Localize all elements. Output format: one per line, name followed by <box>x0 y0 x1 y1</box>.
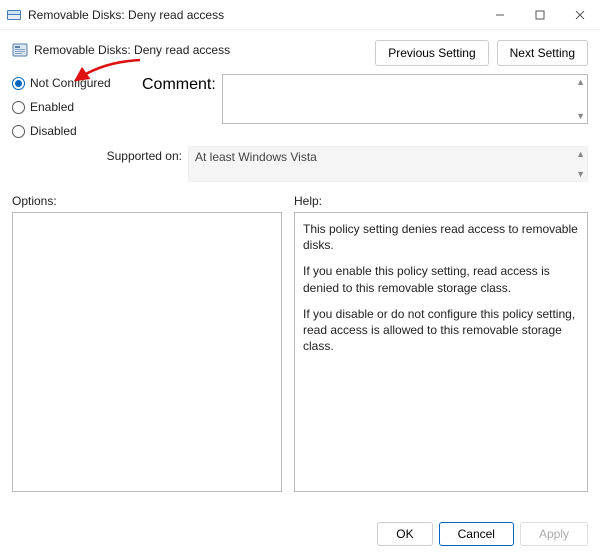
radio-label: Enabled <box>30 100 74 114</box>
scroll-up-icon[interactable]: ▲ <box>576 149 585 159</box>
window-controls <box>480 0 600 29</box>
comment-label: Comment: <box>142 74 216 138</box>
supported-on-label: Supported on: <box>12 146 182 163</box>
options-pane <box>12 212 282 492</box>
minimize-button[interactable] <box>480 0 520 29</box>
scroll-down-icon[interactable]: ▼ <box>576 111 585 121</box>
titlebar: Removable Disks: Deny read access <box>0 0 600 30</box>
scroll-down-icon[interactable]: ▼ <box>576 169 585 179</box>
ok-button[interactable]: OK <box>377 522 432 546</box>
supported-on-value: At least Windows Vista <box>195 150 317 164</box>
policy-header: Removable Disks: Deny read access <box>12 38 230 58</box>
apply-button: Apply <box>520 522 588 546</box>
radio-icon <box>12 125 25 138</box>
radio-icon <box>12 101 25 114</box>
close-button[interactable] <box>560 0 600 29</box>
policy-icon <box>12 42 28 58</box>
maximize-button[interactable] <box>520 0 560 29</box>
radio-icon <box>12 77 25 90</box>
radio-not-configured[interactable]: Not Configured <box>12 76 132 90</box>
cancel-button[interactable]: Cancel <box>439 522 514 546</box>
policy-name: Removable Disks: Deny read access <box>34 43 230 57</box>
radio-disabled[interactable]: Disabled <box>12 124 132 138</box>
help-label: Help: <box>294 194 322 208</box>
help-text: This policy setting denies read access t… <box>303 221 579 253</box>
previous-setting-button[interactable]: Previous Setting <box>375 40 488 66</box>
radio-label: Disabled <box>30 124 77 138</box>
help-text: If you enable this policy setting, read … <box>303 263 579 295</box>
radio-label: Not Configured <box>30 76 111 90</box>
help-pane: This policy setting denies read access t… <box>294 212 588 492</box>
policy-app-icon <box>6 7 22 23</box>
window-title: Removable Disks: Deny read access <box>28 8 480 22</box>
next-setting-button[interactable]: Next Setting <box>497 40 588 66</box>
help-text: If you disable or do not configure this … <box>303 306 579 355</box>
comment-field[interactable]: ▲ ▼ <box>222 74 588 124</box>
options-label: Options: <box>12 194 282 208</box>
radio-enabled[interactable]: Enabled <box>12 100 132 114</box>
scroll-up-icon[interactable]: ▲ <box>576 77 585 87</box>
supported-on-field: At least Windows Vista ▲ ▼ <box>188 146 588 182</box>
